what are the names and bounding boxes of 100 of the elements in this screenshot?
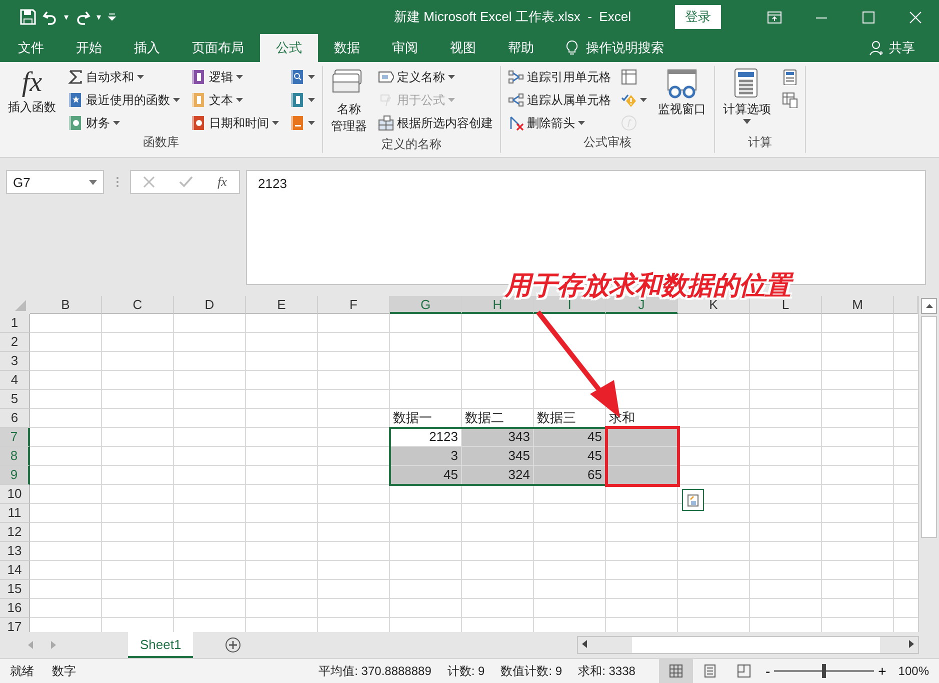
zoom-out-button[interactable]: -: [761, 663, 774, 679]
paste-options-button[interactable]: [682, 489, 704, 511]
status-stat: 计数: 9: [447, 662, 485, 680]
row-header[interactable]: 16: [0, 599, 30, 618]
ribbon-tab[interactable]: 视图: [434, 34, 492, 62]
name-box[interactable]: G7: [6, 170, 104, 194]
login-button[interactable]: 登录: [675, 5, 721, 29]
dropdown-caret[interactable]: ▾: [96, 12, 102, 22]
row-header[interactable]: 5: [0, 390, 30, 409]
scroll-up-button[interactable]: [921, 298, 937, 314]
column-header[interactable]: M: [822, 296, 894, 314]
row-header[interactable]: 13: [0, 542, 30, 561]
warning-icon: [621, 92, 637, 108]
close-icon[interactable]: [908, 10, 923, 24]
row-header[interactable]: 1: [0, 314, 30, 333]
ribbon-button[interactable]: fx 插入函数: [4, 66, 60, 117]
book-icon: [67, 115, 83, 131]
ribbon-tab[interactable]: 审阅: [376, 34, 434, 62]
group-label: 定义的名称: [380, 136, 442, 153]
insert-function-button[interactable]: fx: [218, 174, 227, 190]
caret-icon: [236, 75, 243, 79]
ribbon-tab[interactable]: 帮助: [492, 34, 550, 62]
column-header[interactable]: H: [462, 296, 534, 314]
maximize-icon[interactable]: [861, 10, 876, 24]
table-cell: 数据一: [390, 409, 462, 428]
caret-icon: [137, 75, 144, 79]
person-icon: [869, 40, 885, 56]
ribbon-button[interactable]: 追踪引用单元格: [505, 66, 614, 88]
scrollbar-thumb[interactable]: [632, 637, 880, 653]
ribbon-tab[interactable]: 开始: [60, 34, 118, 62]
dropdown-caret[interactable]: ▾: [64, 12, 69, 22]
undo-icon[interactable]: [42, 9, 58, 25]
trace-arrows-icon: [508, 69, 524, 85]
row-header[interactable]: 2: [0, 333, 30, 352]
ribbon-tab[interactable]: 页面布局: [176, 34, 260, 62]
row-header[interactable]: 7: [0, 428, 30, 447]
share-button[interactable]: 共享: [889, 39, 915, 57]
column-header[interactable]: G: [390, 296, 462, 314]
column-header[interactable]: B: [30, 296, 102, 314]
column-header[interactable]: E: [246, 296, 318, 314]
ribbon-tab[interactable]: 公式: [260, 34, 318, 62]
caret-icon: [448, 75, 455, 79]
zoom-in-button[interactable]: +: [874, 663, 890, 679]
row-header[interactable]: 9: [0, 466, 30, 485]
ribbon-button[interactable]: 删除箭头: [505, 112, 614, 134]
slider-thumb[interactable]: [822, 664, 826, 678]
zoom-level: 100%: [898, 664, 929, 678]
window-title: 新建 Microsoft Excel 工作表.xlsx - Excel: [393, 8, 632, 26]
fx-symbol: fx: [22, 68, 42, 98]
ribbon-button[interactable]: 监视窗口: [654, 66, 710, 119]
ribbon-button[interactable]: 根据所选内容创建: [375, 112, 496, 134]
caret-icon: [173, 98, 180, 102]
ribbon-tab[interactable]: 文件: [2, 34, 60, 62]
ribbon-button[interactable]: 最近使用的函数: [64, 89, 183, 111]
row-header[interactable]: 8: [0, 447, 30, 466]
view-button[interactable]: [659, 659, 694, 683]
trace-arrows-icon: [508, 92, 524, 108]
add-sheet-icon[interactable]: [225, 637, 242, 653]
ribbon-button[interactable]: 日期和时间: [187, 112, 282, 134]
status-stat: 平均值: 370.8888889: [318, 662, 432, 680]
ribbon-button[interactable]: 文本: [187, 89, 282, 111]
sheet-tab[interactable]: Sheet1: [128, 632, 194, 658]
customize-icon[interactable]: [107, 12, 118, 22]
ribbon-display-icon[interactable]: [767, 10, 782, 24]
ribbon-tab[interactable]: 插入: [118, 34, 176, 62]
row-header[interactable]: 6: [0, 409, 30, 428]
table-icon: [378, 115, 394, 131]
book-icon: [190, 115, 206, 131]
ribbon-button[interactable]: 逻辑: [187, 66, 282, 88]
column-header[interactable]: D: [174, 296, 246, 314]
row-header[interactable]: 14: [0, 561, 30, 580]
book-icon: [190, 69, 206, 85]
ribbon-button[interactable]: 追踪从属单元格: [505, 89, 614, 111]
ribbon-button[interactable]: 财务: [64, 112, 183, 134]
normal-view-icon: [669, 664, 684, 678]
table-cell: 65: [534, 466, 606, 485]
checkmark-icon[interactable]: [179, 176, 194, 188]
row-header[interactable]: 17: [0, 618, 30, 632]
ribbon-tab[interactable]: 数据: [318, 34, 376, 62]
column-header[interactable]: L: [750, 296, 822, 314]
row-header[interactable]: 4: [0, 371, 30, 390]
row-header[interactable]: 15: [0, 580, 30, 599]
row-header[interactable]: 3: [0, 352, 30, 371]
ribbon-button[interactable]: 自动求和: [64, 66, 183, 88]
scrollbar-thumb[interactable]: [921, 316, 937, 538]
caret-icon: [308, 121, 315, 125]
tell-me-search[interactable]: 操作说明搜索: [586, 39, 664, 57]
row-header[interactable]: 10: [0, 485, 30, 504]
save-icon[interactable]: [20, 9, 36, 25]
clipboard-icon: [686, 493, 700, 507]
ribbon-button[interactable]: 名称 管理器: [327, 66, 371, 136]
row-header[interactable]: 12: [0, 523, 30, 542]
row-header[interactable]: 11: [0, 504, 30, 523]
search-icon: [289, 69, 305, 85]
redo-icon[interactable]: [74, 9, 91, 25]
column-header[interactable]: C: [102, 296, 174, 314]
ribbon-button[interactable]: 计算选项: [719, 66, 775, 126]
column-header[interactable]: F: [318, 296, 390, 314]
ribbon-button[interactable]: 定义名称: [375, 66, 496, 88]
table-cell: 345: [462, 447, 534, 466]
